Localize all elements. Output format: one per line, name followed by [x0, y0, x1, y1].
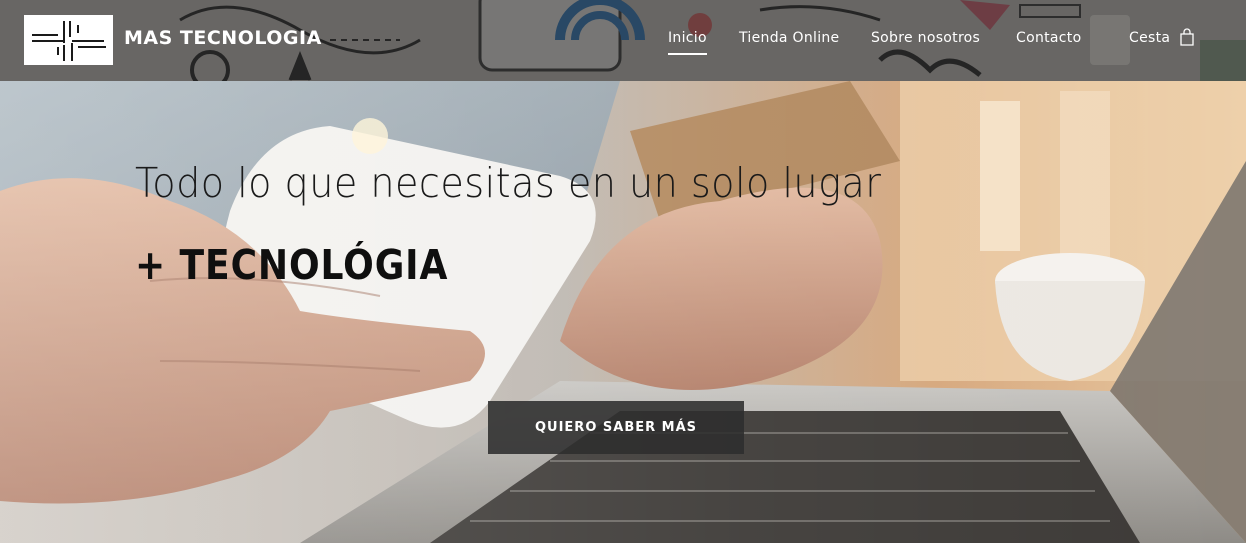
nav-item-sobre-nosotros[interactable]: Sobre nosotros [871, 30, 980, 46]
logo-mark-icon [32, 21, 106, 61]
hero-subtitle: + TECNOLÓGIA [135, 241, 449, 289]
nav-item-tienda-online[interactable]: Tienda Online [739, 30, 839, 46]
quiero-saber-mas-button[interactable]: QUIERO SABER MÁS [488, 401, 744, 454]
site-logo[interactable] [24, 15, 113, 65]
site-header: MAS TECNOLOGIA Inicio Tienda Online Sobr… [0, 0, 1246, 81]
hero-title: Todo lo que necesitas en un solo lugar [135, 159, 882, 207]
hero-section: Todo lo que necesitas en un solo lugar +… [0, 81, 1246, 543]
hero-overlay [0, 81, 1246, 543]
brand-name[interactable]: MAS TECNOLOGIA [124, 27, 322, 49]
nav-item-inicio[interactable]: Inicio [668, 30, 707, 55]
nav-item-cesta[interactable]: Cesta [1129, 30, 1170, 46]
shopping-bag-icon[interactable] [1180, 28, 1194, 46]
nav-item-contacto[interactable]: Contacto [1016, 30, 1081, 46]
